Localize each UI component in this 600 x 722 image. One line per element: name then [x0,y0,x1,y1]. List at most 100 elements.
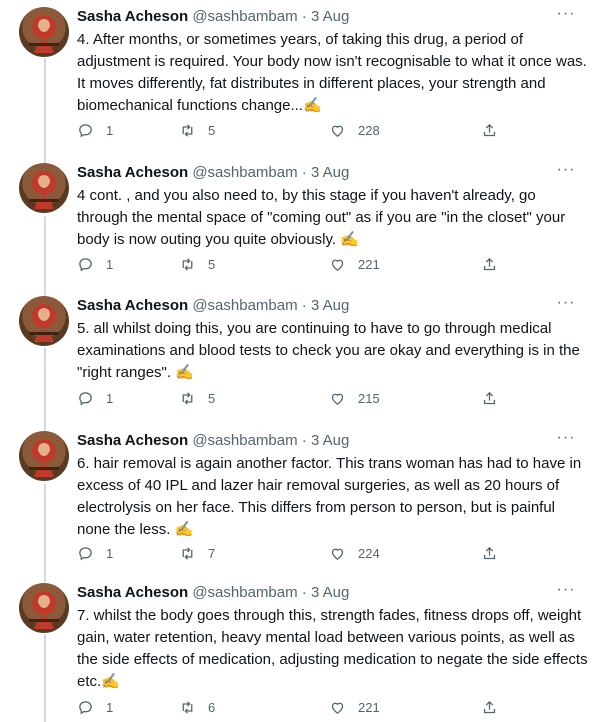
reply-count: 1 [106,390,114,406]
reply-icon [79,391,92,405]
retweet-button[interactable]: 5 [179,120,215,140]
more-icon[interactable]: ··· [556,162,576,181]
tweet[interactable]: Sasha Acheson @sashbambam · 3 Aug ··· 5.… [0,295,600,426]
like-button[interactable]: 221 [329,697,380,717]
retweet-icon [182,546,193,560]
separator-dot: · [301,8,307,25]
more-icon[interactable]: ··· [556,582,576,601]
tweet-text: 6. hair removal is again another factor.… [77,455,582,538]
more-icon[interactable]: ··· [556,295,576,314]
avatar[interactable] [19,163,69,213]
tweet-header: Sasha Acheson @sashbambam · 3 Aug [77,431,560,451]
reply-button[interactable]: 1 [77,254,113,274]
author-name[interactable]: Sasha Acheson [77,432,188,449]
reply-icon [79,123,92,137]
share-button[interactable] [481,543,510,563]
reply-icon [79,257,92,271]
reply-button[interactable]: 1 [77,120,113,140]
reply-count: 1 [106,545,114,561]
tweet-date[interactable]: 3 Aug [311,432,349,449]
reply-button[interactable]: 1 [77,388,113,408]
retweet-button[interactable]: 5 [179,254,215,274]
like-button[interactable]: 224 [329,543,380,563]
author-name[interactable]: Sasha Acheson [77,8,188,25]
author-handle[interactable]: @sashbambam [192,8,297,25]
share-button[interactable] [481,254,510,274]
share-icon [483,123,496,136]
tweet-actions: 1 7 224 [77,543,577,563]
tweet-date[interactable]: 3 Aug [311,297,349,314]
avatar[interactable] [19,296,69,346]
separator-dot: · [301,584,307,601]
retweet-button[interactable]: 7 [179,543,215,563]
retweet-count: 6 [208,699,216,715]
tweet-actions: 1 5 228 [77,120,577,140]
separator-dot: · [301,164,307,181]
like-button[interactable]: 221 [329,254,380,274]
tweet[interactable]: Sasha Acheson @sashbambam · 3 Aug ··· 4 … [0,162,600,293]
tweet-actions: 1 5 221 [77,254,577,274]
reply-count: 1 [106,122,114,138]
share-icon [483,546,496,559]
heart-icon [331,702,344,714]
reply-count: 1 [106,699,114,715]
like-count: 224 [358,545,380,561]
like-count: 215 [358,390,380,406]
tweet-header: Sasha Acheson @sashbambam · 3 Aug [77,7,560,27]
author-name[interactable]: Sasha Acheson [77,297,188,314]
retweet-count: 7 [208,545,216,561]
retweet-count: 5 [208,256,216,272]
share-icon [483,391,496,404]
tweet[interactable]: Sasha Acheson @sashbambam · 3 Aug ··· 7.… [0,582,600,722]
heart-icon [331,259,344,271]
tweet-text: 4. After months, or sometimes years, of … [77,31,587,114]
separator-dot: · [301,297,307,314]
author-handle[interactable]: @sashbambam [192,164,297,181]
heart-icon [331,548,344,560]
retweet-icon [182,123,193,137]
tweet-thread: Sasha Acheson @sashbambam · 3 Aug ··· 4.… [0,0,600,722]
separator-dot: · [301,432,307,449]
author-name[interactable]: Sasha Acheson [77,164,188,181]
like-count: 221 [358,256,380,272]
share-icon [483,257,496,270]
tweet-date[interactable]: 3 Aug [311,8,349,25]
reply-icon [79,700,92,714]
retweet-button[interactable]: 5 [179,388,215,408]
retweet-button[interactable]: 6 [179,697,215,717]
tweet[interactable]: Sasha Acheson @sashbambam · 3 Aug ··· 6.… [0,430,600,576]
share-button[interactable] [481,697,510,717]
reply-icon [79,546,92,560]
heart-icon [331,125,344,137]
reply-button[interactable]: 1 [77,697,113,717]
author-handle[interactable]: @sashbambam [192,297,297,314]
tweet-header: Sasha Acheson @sashbambam · 3 Aug [77,296,560,316]
share-button[interactable] [481,120,510,140]
tweet[interactable]: Sasha Acheson @sashbambam · 3 Aug ··· 4.… [0,6,600,147]
author-handle[interactable]: @sashbambam [192,584,297,601]
reply-count: 1 [106,256,114,272]
author-handle[interactable]: @sashbambam [192,432,297,449]
avatar[interactable] [19,583,69,633]
like-button[interactable]: 215 [329,388,380,408]
retweet-count: 5 [208,122,216,138]
reply-button[interactable]: 1 [77,543,113,563]
tweet-text: 7. whilst the body goes through this, st… [77,607,588,690]
tweet-text: 5. all whilst doing this, you are contin… [77,320,580,381]
share-button[interactable] [481,388,510,408]
tweet-date[interactable]: 3 Aug [311,584,349,601]
tweet-actions: 1 5 215 [77,388,577,408]
author-name[interactable]: Sasha Acheson [77,584,188,601]
more-icon[interactable]: ··· [556,430,576,449]
more-icon[interactable]: ··· [556,6,576,25]
like-count: 228 [358,122,380,138]
avatar[interactable] [19,431,69,481]
retweet-icon [182,700,193,714]
tweet-text: 4 cont. , and you also need to, by this … [77,187,566,248]
like-count: 221 [358,699,380,715]
avatar[interactable] [19,7,69,57]
like-button[interactable]: 228 [329,120,380,140]
tweet-date[interactable]: 3 Aug [311,164,349,181]
tweet-header: Sasha Acheson @sashbambam · 3 Aug [77,583,560,603]
heart-icon [331,393,344,405]
